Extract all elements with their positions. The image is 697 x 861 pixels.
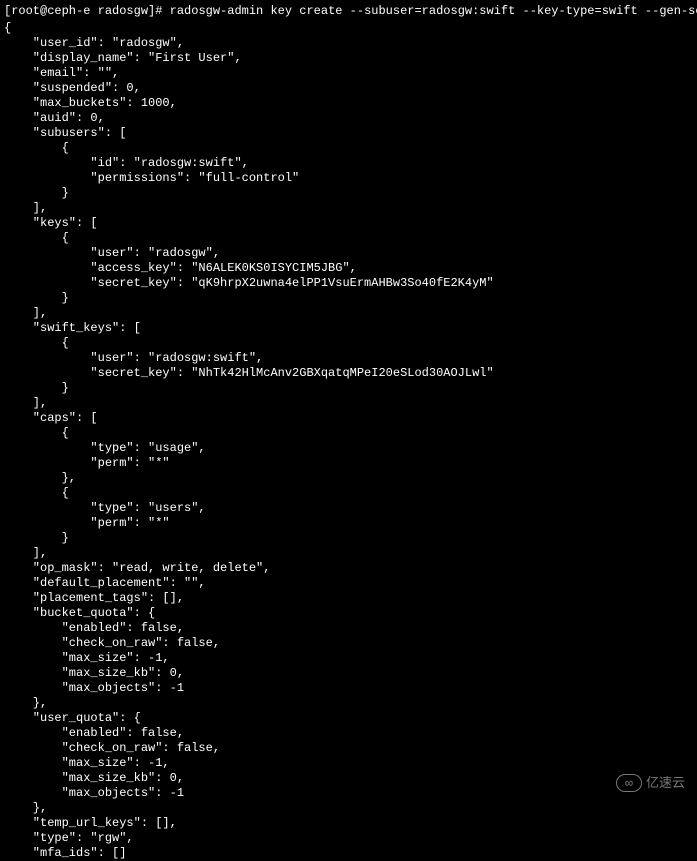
- terminal-output: { "user_id": "radosgw", "display_name": …: [4, 21, 693, 861]
- shell-prompt: [root@ceph-e radosgw]#: [4, 4, 170, 18]
- command-text: radosgw-admin key create --subuser=rados…: [170, 4, 697, 18]
- cloud-icon: [616, 774, 642, 792]
- watermark: 亿速云: [616, 774, 685, 792]
- command-line: [root@ceph-e radosgw]# radosgw-admin key…: [4, 4, 693, 19]
- watermark-text: 亿速云: [646, 775, 685, 791]
